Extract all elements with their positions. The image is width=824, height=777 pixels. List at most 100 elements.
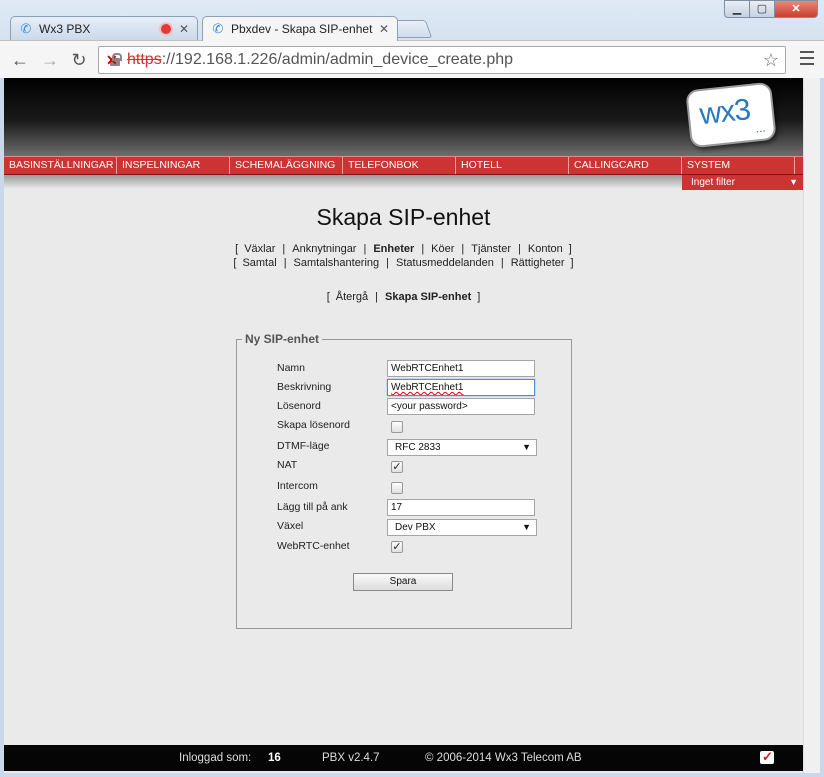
select-arrow-icon: ▼: [522, 522, 531, 532]
nav-basinstallningar[interactable]: BASINSTÄLLNINGAR: [4, 157, 117, 174]
label-webrtc: WebRTC-enhet: [277, 540, 350, 552]
link-vaxlar[interactable]: Växlar: [244, 243, 275, 255]
label-losenord: Lösenord: [277, 400, 321, 412]
dropdown-arrow-icon: ▼: [789, 177, 798, 187]
link-atergå[interactable]: Återgå: [336, 291, 368, 303]
bracket: ]: [568, 243, 572, 255]
link-tjanster[interactable]: Tjänster: [471, 243, 511, 255]
browser-toolbar: ← → ↻ ✕ https ://192.168.1.226/admin/adm…: [0, 40, 824, 78]
label-vaxel: Växel: [277, 520, 304, 532]
tab-pbxdev[interactable]: ✆ Pbxdev - Skapa SIP-enhet ✕: [202, 16, 398, 41]
phone-icon: ✆: [212, 21, 224, 36]
recording-icon: [160, 23, 171, 34]
webrtc-checkbox[interactable]: ✓: [391, 541, 403, 553]
bookmark-star-icon[interactable]: ☆: [763, 50, 779, 71]
section-links-row1: [Växlar | Anknytningar | Enheter | Köer | Tjänst…: [4, 243, 803, 255]
label-intercom: Intercom: [277, 480, 318, 492]
filter-dropdown[interactable]: Inget filter ▼: [682, 175, 803, 190]
logged-in-label: Inloggad som:: [179, 752, 252, 764]
tab-wx3-pbx[interactable]: ✆ Wx3 PBX ✕: [10, 16, 198, 40]
close-tab-icon[interactable]: ✕: [179, 22, 189, 36]
main-nav: BASINSTÄLLNINGAR INSPELNINGAR SCHEMALÄGG…: [4, 156, 803, 175]
separator: |: [375, 291, 379, 303]
logo-dots: ...: [754, 120, 767, 136]
beskrivning-input[interactable]: WebRTCEnhet1: [387, 379, 535, 396]
label-skapa-losenord: Skapa lösenord: [277, 419, 350, 431]
scrollbar[interactable]: [803, 78, 820, 773]
intercom-checkbox[interactable]: [391, 482, 403, 494]
url-path: ://192.168.1.226/admin/admin_device_crea…: [161, 51, 514, 68]
form-legend: Ny SIP-enhet: [245, 332, 320, 346]
site-header: wx3 ...: [4, 78, 803, 156]
address-bar[interactable]: ✕ https ://192.168.1.226/admin/admin_dev…: [98, 46, 786, 74]
label-namn: Namn: [277, 362, 306, 374]
window-controls: ▁ ▢ ✕: [724, 0, 818, 18]
tab-strip: ✆ Wx3 PBX ✕ ✆ Pbxdev - Skapa SIP-enhet ✕…: [0, 0, 824, 41]
password-input[interactable]: <your password>: [387, 398, 535, 415]
pbx-select[interactable]: Dev PBX ▼: [387, 519, 537, 536]
url-scheme: https: [127, 51, 162, 68]
label-beskrivning: Beskrivning: [277, 381, 332, 393]
nav-callingcard[interactable]: CALLINGCARD: [569, 157, 682, 174]
separator: |: [500, 257, 504, 269]
link-enheter[interactable]: Enheter: [373, 243, 414, 255]
bracket: ]: [570, 257, 574, 269]
browser-chrome: ✆ Wx3 PBX ✕ ✆ Pbxdev - Skapa SIP-enhet ✕…: [0, 0, 824, 78]
close-tab-icon[interactable]: ✕: [379, 22, 389, 36]
forward-icon[interactable]: →: [39, 49, 61, 71]
wx3-logo: wx3 ...: [685, 81, 777, 149]
page-title: Skapa SIP-enhet: [316, 204, 491, 230]
checklist-icon[interactable]: [760, 744, 774, 770]
separator: |: [518, 243, 521, 255]
label-dtmf: DTMF-läge: [277, 440, 330, 452]
bracket: ]: [477, 291, 481, 303]
browser-menu-icon[interactable]: [800, 51, 814, 69]
minimize-button[interactable]: ▁: [724, 0, 750, 18]
separator: |: [461, 243, 465, 255]
label-nat: NAT: [277, 459, 298, 471]
version-text: PBX v2.4.7: [322, 752, 380, 764]
nav-telefonbok[interactable]: TELEFONBOK: [343, 157, 456, 174]
link-samtalshantering[interactable]: Samtalshantering: [294, 257, 380, 269]
link-samtal[interactable]: Samtal: [242, 257, 276, 269]
nav-system[interactable]: SYSTEM: [682, 157, 795, 174]
dtmf-select[interactable]: RFC 2833 ▼: [387, 439, 537, 456]
site-footer: Inloggad som: 16 PBX v2.4.7 © 2006-2014 …: [4, 744, 803, 771]
separator: |: [421, 243, 425, 255]
breadcrumb-current: Skapa SIP-enhet: [385, 291, 472, 303]
label-lagg-till: Lägg till på ank: [277, 501, 348, 513]
beskrivning-value: WebRTCEnhet1: [391, 382, 464, 393]
nav-inspelningar[interactable]: INSPELNINGAR: [117, 157, 230, 174]
bracket: [: [233, 257, 237, 269]
back-icon[interactable]: ←: [9, 49, 31, 71]
reload-icon[interactable]: ↻: [68, 49, 90, 71]
nat-checkbox[interactable]: ✓: [391, 461, 403, 473]
link-koer[interactable]: Köer: [431, 243, 454, 255]
link-statusmeddelanden[interactable]: Statusmeddelanden: [396, 257, 494, 269]
extension-input[interactable]: 17: [387, 499, 535, 516]
generate-password-checkbox[interactable]: [391, 421, 403, 433]
logo-text: wx3: [698, 93, 752, 132]
separator: |: [363, 243, 367, 255]
separator: |: [386, 257, 390, 269]
link-konton[interactable]: Konton: [528, 243, 563, 255]
phone-icon: ✆: [20, 20, 32, 36]
section-links-row2: [ Samtal | Samtalshantering | Statusmeddeland…: [4, 257, 803, 269]
separator: |: [282, 243, 286, 255]
link-anknytningar[interactable]: Anknytningar: [292, 243, 356, 255]
close-window-button[interactable]: ✕: [774, 0, 818, 18]
save-button[interactable]: Spara: [353, 573, 453, 591]
link-rattigheter[interactable]: Rättigheter: [511, 257, 565, 269]
maximize-button[interactable]: ▢: [749, 0, 775, 18]
tab-title: Wx3 PBX: [39, 21, 91, 36]
page-content: wx3 ... BASINSTÄLLNINGAR INSPELNINGAR SC…: [4, 78, 803, 773]
copyright-text: © 2006-2014 Wx3 Telecom AB: [425, 752, 582, 764]
separator: |: [283, 257, 287, 269]
nav-schemalaggning[interactable]: SCHEMALÄGGNING: [230, 157, 343, 174]
pbx-value: Dev PBX: [395, 522, 436, 533]
select-arrow-icon: ▼: [522, 442, 531, 452]
nav-hotell[interactable]: HOTELL: [456, 157, 569, 174]
filter-label: Inget filter: [691, 177, 735, 188]
namn-input[interactable]: WebRTCEnhet1: [387, 360, 535, 377]
logged-in-user: 16: [268, 752, 281, 764]
